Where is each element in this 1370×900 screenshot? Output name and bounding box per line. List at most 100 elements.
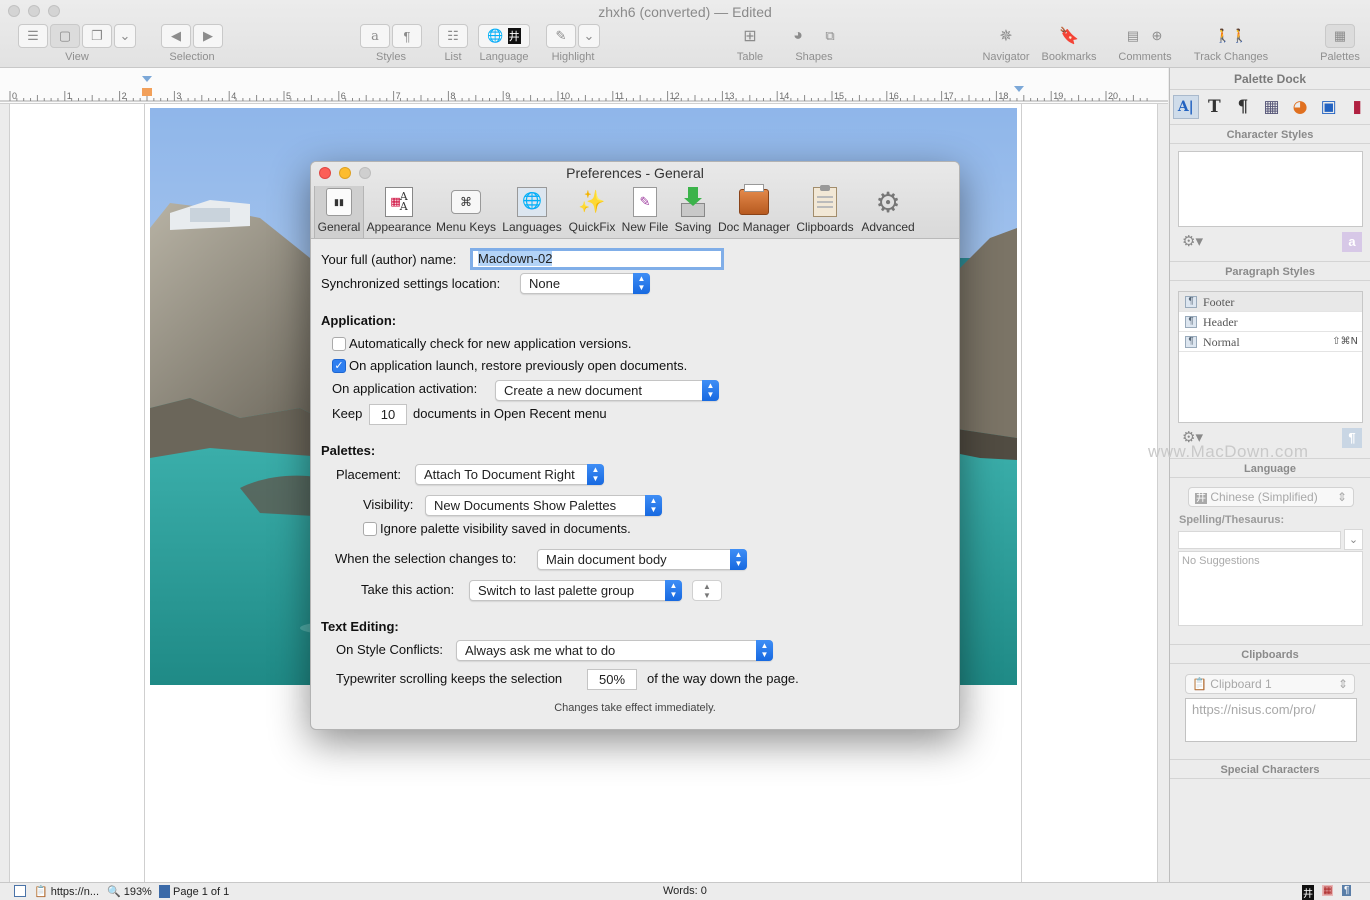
language-popup[interactable]: 井 Chinese (Simplified) ⇕ [1188, 487, 1354, 507]
paragraph-styles-button[interactable]: ¶ [392, 24, 422, 48]
character-palette-tab[interactable]: A| [1173, 95, 1199, 119]
action-option-stepper[interactable]: ▲ ▼ [692, 580, 722, 601]
spelling-dropdown-button[interactable]: ⌄ [1344, 529, 1363, 550]
track-changes-label: Track Changes [1193, 51, 1269, 63]
clipboards-header: Clipboards [1170, 644, 1370, 664]
split-view-icon[interactable] [14, 885, 26, 897]
table-palette-tab[interactable]: ▦ [1259, 95, 1285, 119]
chinese-lang-icon: 井 [507, 28, 521, 44]
character-styles-button[interactable]: a [360, 24, 390, 48]
language-status-icon[interactable]: 井 [1302, 885, 1314, 900]
selection-forward-button[interactable]: ▶ [193, 24, 223, 48]
tab-menu-keys[interactable]: ⌘ Menu Keys [435, 186, 497, 238]
tab-advanced[interactable]: ⚙ Advanced [858, 186, 918, 238]
font-palette-tab[interactable]: T [1202, 95, 1228, 119]
shapes-group: ◕ ⧉ Shapes [776, 24, 852, 63]
comments-label: Comments [1118, 51, 1172, 63]
view-menu-button[interactable]: ⌄ [114, 24, 136, 48]
tab-languages[interactable]: 🌐 Languages [500, 186, 564, 238]
list-icon: ☷ [447, 28, 459, 43]
bookmarks-palette-tab[interactable]: ▮ [1344, 95, 1370, 119]
paragraph-status-icon[interactable]: ¶ [1342, 885, 1352, 896]
auto-check-checkbox[interactable] [332, 337, 346, 351]
tab-saving[interactable]: Saving [673, 186, 713, 238]
paragraph-style-item[interactable]: ¶ Header [1179, 312, 1362, 332]
take-action-popup[interactable]: Switch to last palette group ▲ ▼ [469, 580, 682, 601]
palettes-icon: ▦ [1333, 28, 1347, 43]
pilcrow-icon: ¶ [1237, 97, 1249, 117]
clipboard-content[interactable]: https://nisus.com/pro/ [1185, 698, 1357, 742]
clipboard-popup[interactable]: 📋 Clipboard 1 ⇕ [1185, 674, 1355, 694]
character-styles-list[interactable] [1178, 151, 1363, 227]
highlight-menu-button[interactable]: ⌄ [578, 24, 600, 48]
spelling-input[interactable] [1178, 531, 1341, 549]
visibility-label: Visibility: [363, 497, 414, 512]
navigator-label: Navigator [982, 51, 1030, 63]
tab-general[interactable]: ▮▮ General [314, 186, 364, 238]
ignore-visibility-checkbox[interactable] [363, 522, 377, 536]
chevron-down-icon: ⌄ [1348, 534, 1359, 546]
bookmarks-button[interactable]: 🔖 [1054, 24, 1084, 48]
draft-view-button[interactable]: ❐ [82, 24, 112, 48]
document-palette-tab[interactable]: ▣ [1316, 95, 1342, 119]
tab-quickfix[interactable]: ✨ QuickFix [567, 186, 617, 238]
style-conflicts-popup[interactable]: Always ask me what to do ▲ ▼ [456, 640, 773, 661]
compass-icon: ✵ [999, 28, 1013, 45]
add-comment-button[interactable]: ⊕ [1146, 24, 1168, 48]
highlight-button[interactable]: ✎ [546, 24, 576, 48]
paragraph-styles-list[interactable]: ¶ Footer ¶ Header ¶ Normal ⇧⌘N [1178, 291, 1363, 423]
typewriter-percent-field[interactable]: 50% [587, 669, 637, 690]
paragraph-palette-tab[interactable]: ¶ [1230, 95, 1256, 119]
tab-doc-manager[interactable]: Doc Manager [716, 184, 792, 238]
selection-back-button[interactable]: ◀ [161, 24, 191, 48]
recent-count-field[interactable]: 10 [369, 404, 407, 425]
new-character-style-icon[interactable]: a [1342, 232, 1362, 252]
zoom-control[interactable]: 🔍 193% [107, 885, 152, 899]
palettes-button[interactable]: ▦ [1325, 24, 1355, 48]
ruler-number: 1 [67, 91, 72, 101]
language-button[interactable]: 🌐 井 [478, 24, 530, 48]
comments-group: ▤ ⊕ Comments [1114, 24, 1176, 63]
sidebar-toggle-button[interactable]: ☰ [18, 24, 48, 48]
shapes-palette-tab[interactable]: ◕ [1287, 95, 1313, 119]
ruler-number: 10 [560, 91, 570, 101]
activation-popup[interactable]: Create a new document ▲ ▼ [495, 380, 719, 401]
ruler[interactable]: 0 1 2 3 4 5 6 7 8 9 10 11 12 13 14 15 16 17 18 19 20 [0, 68, 1168, 104]
track-changes-button[interactable]: 🚶🚶 [1206, 24, 1256, 48]
suggestions-list[interactable]: No Suggestions [1178, 551, 1363, 626]
shapes-button[interactable]: ◕ [783, 24, 813, 48]
vertical-scrollbar[interactable] [1157, 104, 1168, 882]
style-shortcut: ⇧⌘N [1332, 335, 1358, 347]
ruler-number: 5 [286, 91, 291, 101]
page-view-button[interactable]: ▢ [50, 24, 80, 48]
clipboard-status[interactable]: 📋 https://n... [34, 885, 99, 899]
status-bar: 📋 https://n... 🔍 193% Page 1 of 1 Words: 0… [0, 882, 1370, 900]
tab-new-file[interactable]: ✎ New File [620, 186, 670, 238]
text-editing-header: Text Editing: [321, 619, 399, 634]
track-changes-icon: 🚶🚶 [1214, 28, 1248, 43]
author-name-field[interactable]: Macdown-02 [470, 248, 724, 270]
palettes-label: Palettes [1320, 51, 1360, 63]
table-group: ⊞ Table [734, 24, 766, 63]
text-box-button[interactable]: ⧉ [815, 24, 845, 48]
comments-button[interactable]: ▤ [1122, 24, 1144, 48]
list-button[interactable]: ☷ [438, 24, 468, 48]
sync-location-popup[interactable]: None ▲ ▼ [520, 273, 650, 294]
tab-appearance[interactable]: ▦ A A Appearance [366, 186, 432, 238]
track-status-icon[interactable]: ▦ [1322, 885, 1334, 896]
visibility-popup[interactable]: New Documents Show Palettes ▲ ▼ [425, 495, 662, 516]
placement-popup[interactable]: Attach To Document Right ▲ ▼ [415, 464, 604, 485]
paragraph-style-item[interactable]: ¶ Footer [1179, 292, 1362, 312]
selection-changes-popup[interactable]: Main document body ▲ ▼ [537, 549, 747, 570]
page-indicator[interactable]: Page 1 of 1 [159, 885, 229, 898]
view-group: ☰ ▢ ❐ ⌄ View [8, 24, 146, 63]
table-button[interactable]: ⊞ [735, 24, 765, 48]
clipboard-icon: 📋 [1192, 677, 1207, 691]
paragraph-style-item[interactable]: ¶ Normal ⇧⌘N [1179, 332, 1362, 352]
navigator-button[interactable]: ✵ [991, 24, 1021, 48]
new-paragraph-style-icon[interactable]: ¶ [1342, 428, 1362, 448]
restore-documents-checkbox[interactable]: ✓ [332, 359, 346, 373]
character-styles-gear-icon[interactable]: ⚙▾ [1182, 232, 1203, 250]
tab-clipboards[interactable]: Clipboards [795, 185, 855, 238]
ruler-number: 16 [889, 91, 899, 101]
